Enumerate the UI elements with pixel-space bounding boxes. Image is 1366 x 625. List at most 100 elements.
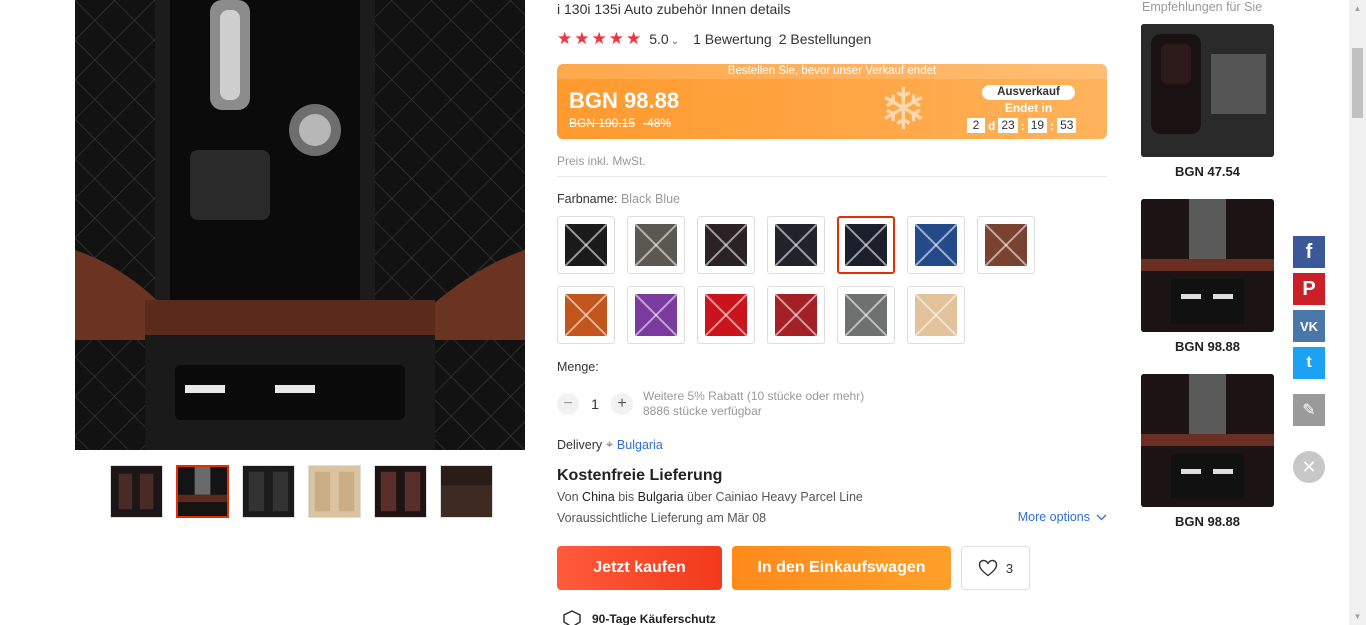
color-swatch-black-blue[interactable]	[837, 216, 895, 274]
car-interior-image	[75, 0, 525, 450]
star-icon: ★	[591, 29, 607, 48]
tax-note: Preis inkl. MwSt.	[557, 154, 646, 168]
page-scrollbar[interactable]: ▲ ▼	[1349, 0, 1366, 625]
color-swatch-black-white[interactable]	[557, 216, 615, 274]
order-count: 2 Bestellungen	[778, 30, 872, 47]
discount-percent: -48%	[643, 116, 672, 130]
delivery-country-link[interactable]: Bulgaria	[617, 438, 663, 452]
thumbnail-1[interactable]	[110, 465, 163, 518]
quantity-notes: Weitere 5% Rabatt (10 stücke oder mehr) …	[643, 389, 864, 419]
color-swatch-orange[interactable]	[557, 286, 615, 344]
bulk-discount-note: Weitere 5% Rabatt (10 stücke oder mehr)	[643, 389, 865, 403]
quantity-decrease-button[interactable]: −	[557, 393, 579, 415]
price-banner: Bestellen Sie, bevor unser Verkauf endet…	[557, 64, 1107, 139]
recommendation-item[interactable]: BGN 98.88	[1141, 199, 1274, 354]
delivery-row: Delivery ⌖ Bulgaria	[557, 437, 663, 452]
pinterest-icon: P	[1302, 277, 1316, 300]
recommendation-image[interactable]	[1141, 374, 1274, 507]
scroll-down-arrow-icon[interactable]: ▼	[1349, 608, 1366, 625]
color-swatch-red[interactable]	[697, 286, 755, 344]
wishlist-button[interactable]: 3	[961, 546, 1030, 590]
color-swatch-beige[interactable]	[907, 286, 965, 344]
product-title: i 130i 135i Auto zubehör Innen details	[557, 1, 791, 17]
close-share-button[interactable]: ✕	[1293, 451, 1325, 483]
quantity-input[interactable]: 1	[579, 396, 611, 412]
rating-row: ★ ★ ★ ★ ★ 5.0 ⌄ 1 Bewertung 2 Bestellunge…	[557, 30, 871, 47]
thumbnail-2[interactable]	[176, 465, 229, 518]
twitter-share-button[interactable]: t	[1293, 347, 1325, 379]
facebook-icon: f	[1305, 240, 1313, 263]
pinterest-share-button[interactable]: P	[1293, 273, 1325, 305]
estimated-delivery: Voraussichtliche Lieferung am Mär 08	[557, 511, 767, 525]
add-to-cart-button[interactable]: In den Einkaufswagen	[732, 546, 951, 590]
countdown-separator: :	[1020, 118, 1025, 133]
review-count[interactable]: 1 Bewertung	[693, 31, 772, 47]
color-swatch-black-red[interactable]	[697, 216, 755, 274]
divider	[557, 176, 1107, 177]
color-chip	[565, 224, 607, 266]
color-chip	[705, 224, 747, 266]
thumbnail-3[interactable]	[242, 465, 295, 518]
color-chip	[635, 224, 677, 266]
color-swatch-blue[interactable]	[907, 216, 965, 274]
sale-tag: Ausverkauf	[982, 85, 1075, 100]
sale-headline: Bestellen Sie, bevor unser Verkauf endet	[557, 64, 1107, 79]
thumbnail-6[interactable]	[440, 465, 493, 518]
countdown-minutes: 19	[1027, 118, 1048, 133]
recommendation-image[interactable]	[1141, 199, 1274, 332]
countdown-days-label: d	[988, 118, 996, 133]
buy-now-button[interactable]: Jetzt kaufen	[557, 546, 722, 590]
color-swatches	[557, 216, 1047, 344]
color-swatch-purple[interactable]	[627, 286, 685, 344]
facebook-share-button[interactable]: f	[1293, 236, 1325, 268]
free-shipping-title: Kostenfreie Lieferung	[557, 467, 723, 484]
color-chip	[915, 294, 957, 336]
color-chip	[845, 224, 887, 266]
thumbnail-5[interactable]	[374, 465, 427, 518]
color-chip	[705, 294, 747, 336]
thumbnail-4[interactable]	[308, 465, 361, 518]
star-icon: ★	[626, 29, 642, 48]
rating-stars: ★ ★ ★ ★ ★	[557, 30, 641, 47]
old-price-row: BGN 190.15 -48%	[569, 116, 671, 130]
chevron-down-icon	[1096, 514, 1107, 520]
main-product-image[interactable]	[75, 0, 525, 450]
recommendation-price: BGN 98.88	[1174, 514, 1241, 529]
wishlist-count: 3	[1005, 560, 1014, 576]
color-chip	[985, 224, 1027, 266]
color-swatch-wine-red[interactable]	[767, 286, 825, 344]
recommendations-title: Empfehlungen für Sie	[1142, 0, 1263, 14]
recommendation-price: BGN 98.88	[1174, 339, 1241, 354]
quantity-increase-button[interactable]: +	[611, 393, 633, 415]
vk-share-button[interactable]: VK	[1293, 310, 1325, 342]
countdown-separator: :	[1050, 118, 1055, 133]
color-chip	[635, 294, 677, 336]
star-icon: ★	[608, 29, 624, 48]
selected-color-name: Black Blue	[620, 192, 680, 206]
color-swatch-gray-beige[interactable]	[627, 216, 685, 274]
scroll-thumb[interactable]	[1352, 48, 1363, 118]
color-swatch-black-gray[interactable]	[767, 216, 825, 274]
twitter-icon: t	[1306, 354, 1312, 371]
color-swatch-gray[interactable]	[837, 286, 895, 344]
countdown-timer: 2 d 23 : 19 : 53	[967, 118, 1077, 133]
rating-value[interactable]: 5.0 ⌄	[649, 31, 679, 47]
color-chip	[775, 224, 817, 266]
countdown-hours: 23	[998, 118, 1018, 133]
close-icon: ✕	[1301, 456, 1317, 477]
edit-button[interactable]: ✎	[1293, 394, 1325, 426]
color-swatch-brown[interactable]	[977, 216, 1035, 274]
recommendation-item[interactable]: BGN 98.88	[1141, 374, 1274, 529]
current-price: BGN 98.88	[569, 88, 680, 113]
recommendation-image[interactable]	[1141, 24, 1274, 157]
scroll-up-arrow-icon[interactable]: ▲	[1349, 0, 1366, 17]
quantity-label: Menge:	[557, 360, 599, 374]
recommendation-item[interactable]: BGN 47.54	[1141, 24, 1274, 179]
star-icon: ★	[574, 29, 590, 48]
more-shipping-options-link[interactable]: More options	[1018, 510, 1107, 524]
thumbnail-strip	[110, 465, 493, 518]
color-chip	[845, 294, 887, 336]
star-icon: ★	[557, 29, 573, 48]
location-pin-icon: ⌖	[606, 437, 613, 451]
snowflake-icon: ❄	[879, 77, 928, 139]
